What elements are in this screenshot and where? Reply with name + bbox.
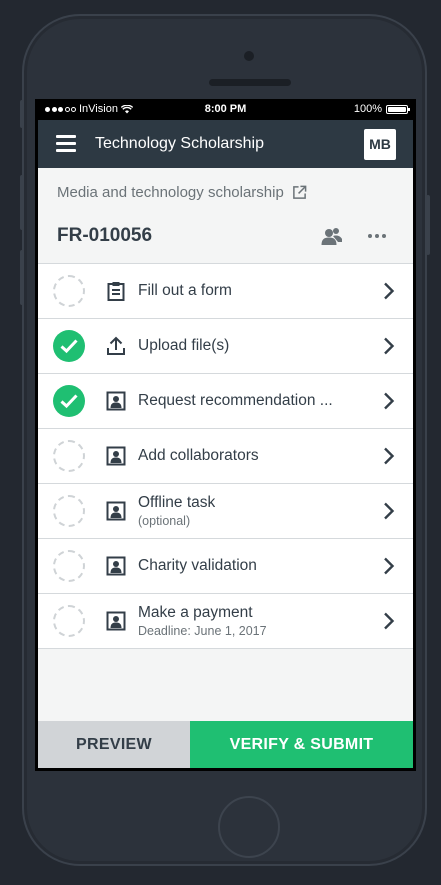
incomplete-status-icon xyxy=(53,275,85,307)
complete-check-icon xyxy=(53,330,85,362)
incomplete-status-icon xyxy=(53,605,85,637)
portrait-icon xyxy=(106,501,126,521)
task-row[interactable]: Add collaborators xyxy=(38,429,413,484)
status-bar: InVision 8:00 PM 100% xyxy=(35,99,416,120)
incomplete-status-icon xyxy=(53,495,85,527)
app-header: Technology Scholarship MB xyxy=(38,120,413,168)
main-content: Media and technology scholarship FR-0100… xyxy=(38,168,413,721)
task-row[interactable]: Make a payment Deadline: June 1, 2017 xyxy=(38,594,413,649)
power-button xyxy=(426,195,430,255)
chevron-right-icon xyxy=(383,392,395,410)
portrait-icon xyxy=(106,611,126,631)
task-text: Fill out a form xyxy=(138,264,232,318)
more-options-icon[interactable] xyxy=(368,234,386,238)
task-row[interactable]: Upload file(s) xyxy=(38,319,413,374)
task-sublabel: (optional) xyxy=(138,514,191,528)
phone-screen: InVision 8:00 PM 100% Technology Scholar… xyxy=(35,99,416,771)
battery-icon xyxy=(386,105,410,114)
task-text: Request recommendation ... xyxy=(138,374,333,428)
page-title: Technology Scholarship xyxy=(95,135,264,152)
task-text: Offline task (optional) xyxy=(138,484,215,538)
task-sublabel: Deadline: June 1, 2017 xyxy=(138,624,267,638)
earpiece-speaker xyxy=(209,79,291,86)
action-footer: PREVIEW VERIFY & SUBMIT xyxy=(38,721,413,768)
portrait-icon xyxy=(106,556,126,576)
home-button[interactable] xyxy=(218,796,280,858)
task-label: Charity validation xyxy=(138,557,257,574)
record-id: FR-010056 xyxy=(57,225,153,246)
task-text: Charity validation xyxy=(138,539,257,593)
avatar[interactable]: MB xyxy=(364,129,396,160)
task-label: Fill out a form xyxy=(138,282,232,299)
chevron-right-icon xyxy=(383,557,395,575)
task-row[interactable]: Fill out a form xyxy=(38,264,413,319)
task-text: Add collaborators xyxy=(138,429,259,483)
upload-icon xyxy=(106,336,126,356)
task-label: Add collaborators xyxy=(138,447,259,464)
hamburger-menu-icon[interactable] xyxy=(56,135,76,152)
complete-check-icon xyxy=(53,385,85,417)
chevron-right-icon xyxy=(383,282,395,300)
battery-percent: 100% xyxy=(353,103,382,115)
chevron-right-icon xyxy=(383,337,395,355)
external-link-icon xyxy=(292,185,307,199)
task-label: Offline task xyxy=(138,494,216,511)
verify-submit-button[interactable]: VERIFY & SUBMIT xyxy=(190,721,413,768)
incomplete-status-icon xyxy=(53,550,85,582)
program-link-label: Media and technology scholarship xyxy=(57,184,284,201)
add-person-icon[interactable] xyxy=(321,226,343,246)
incomplete-status-icon xyxy=(53,440,85,472)
task-row[interactable]: Request recommendation ... xyxy=(38,374,413,429)
task-list: Fill out a form Upload file(s) Request rec… xyxy=(38,263,413,649)
chevron-right-icon xyxy=(383,502,395,520)
task-row[interactable]: Charity validation xyxy=(38,539,413,594)
chevron-right-icon xyxy=(383,612,395,630)
chevron-right-icon xyxy=(383,447,395,465)
mute-switch xyxy=(20,100,24,128)
task-label: Request recommendation ... xyxy=(138,392,333,409)
task-row[interactable]: Offline task (optional) xyxy=(38,484,413,539)
front-camera xyxy=(244,51,254,61)
portrait-icon xyxy=(106,446,126,466)
volume-down-button xyxy=(20,250,24,305)
clipboard-icon xyxy=(106,281,126,301)
volume-up-button xyxy=(20,175,24,230)
preview-button[interactable]: PREVIEW xyxy=(38,721,190,768)
portrait-icon xyxy=(106,391,126,411)
task-text: Upload file(s) xyxy=(138,319,229,373)
task-label: Make a payment xyxy=(138,604,253,621)
task-text: Make a payment Deadline: June 1, 2017 xyxy=(138,594,267,648)
task-label: Upload file(s) xyxy=(138,337,230,354)
program-link[interactable]: Media and technology scholarship xyxy=(57,184,307,201)
